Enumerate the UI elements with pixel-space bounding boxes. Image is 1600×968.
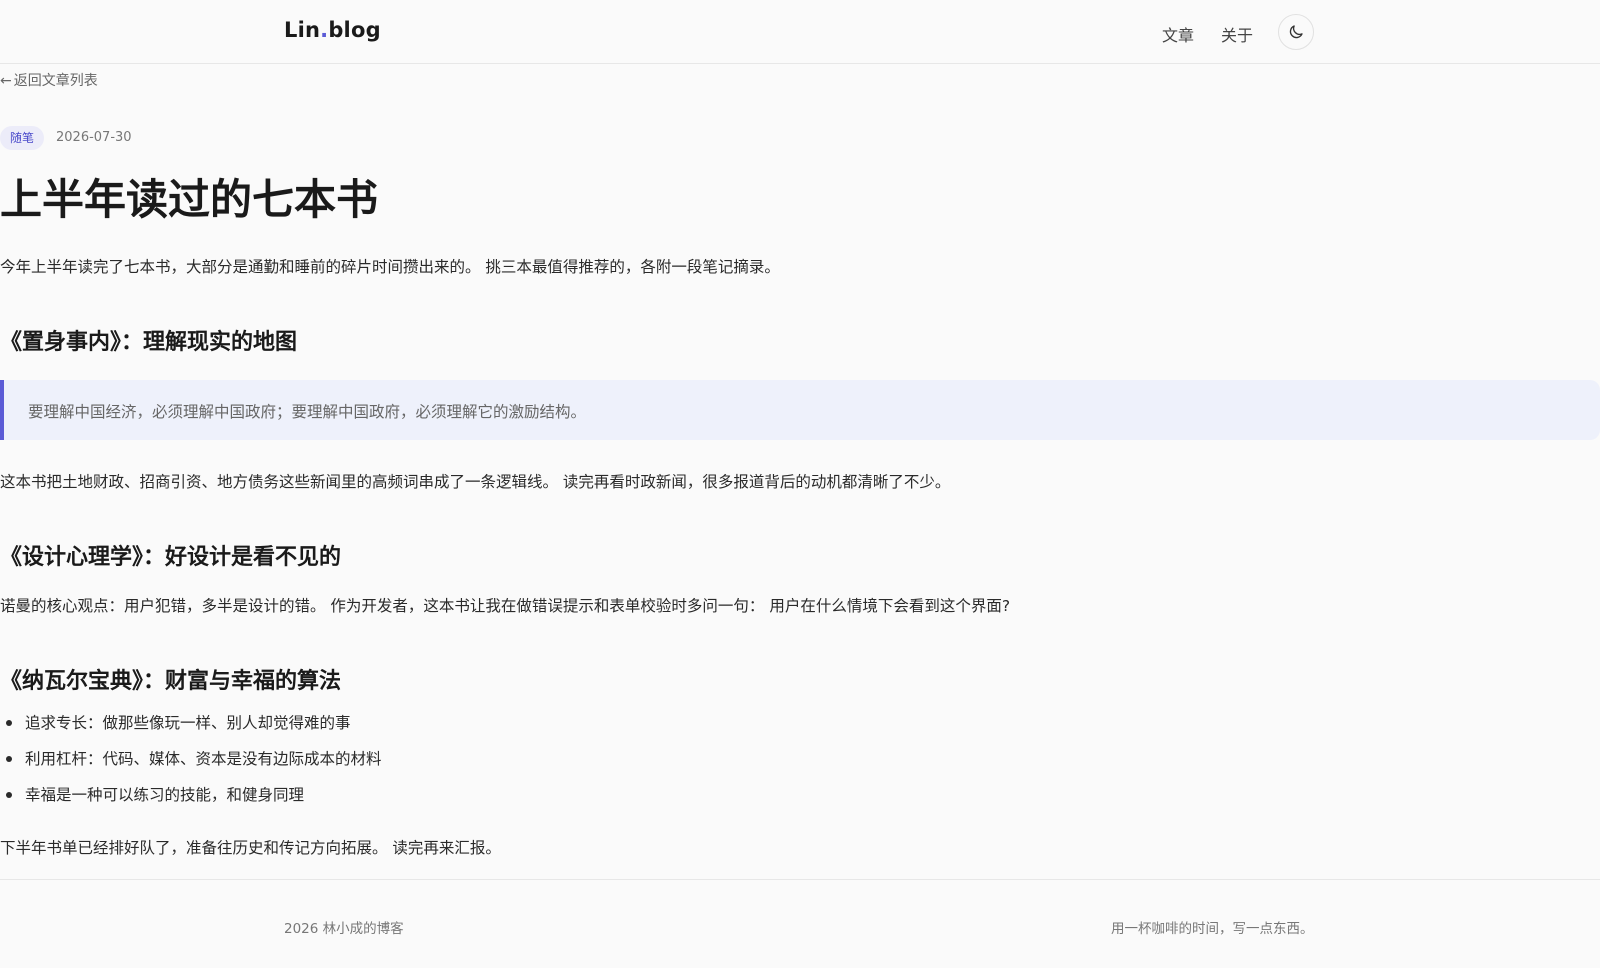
back-link-label: 返回文章列表 bbox=[13, 73, 98, 89]
post-title: 上半年读过的七本书 bbox=[0, 175, 379, 224]
site-header: Lin.blog 文章 关于 bbox=[0, 0, 1600, 64]
blockquote: 要理解中国经济，必须理解中国政府；要理解中国政府，必须理解它的激励结构。 bbox=[0, 380, 1600, 440]
quote-text: 要理解中国经济，必须理解中国政府；要理解中国政府，必须理解它的激励结构。 bbox=[28, 403, 587, 421]
intro-paragraph: 今年上半年读完了七本书，大部分是通勤和睡前的碎片时间攒出来的。 挑三本最值得推荐… bbox=[0, 258, 780, 276]
site-logo[interactable]: Lin.blog bbox=[284, 18, 381, 42]
footer-tagline: 用一杯咖啡的时间，写一点东西。 bbox=[1111, 921, 1314, 937]
brand-prefix: Lin bbox=[284, 18, 321, 42]
brand-suffix: blog bbox=[328, 18, 381, 42]
moon-icon bbox=[1289, 25, 1303, 39]
list-item: 幸福是一种可以练习的技能，和健身同理 bbox=[0, 784, 382, 820]
section2-paragraph: 诺曼的核心观点：用户犯错，多半是设计的错。 作为开发者，这本书让我在做错误提示和… bbox=[0, 597, 1011, 615]
section-heading-1: 《置身事内》：理解现实的地图 bbox=[0, 330, 298, 355]
list-item: 利用杠杆：代码、媒体、资本是没有边际成本的材料 bbox=[0, 748, 382, 784]
post-date: 2026-07-30 bbox=[56, 130, 132, 145]
outro-paragraph: 下半年书单已经排好队了，准备往历史和传记方向拓展。 读完再来汇报。 bbox=[0, 839, 501, 857]
back-to-list-link[interactable]: ← 返回文章列表 bbox=[0, 70, 98, 90]
section1-paragraph: 这本书把土地财政、招商引资、地方债务这些新闻里的高频词串成了一条逻辑线。 读完再… bbox=[0, 473, 951, 491]
nav-articles-link[interactable]: 文章 bbox=[1162, 22, 1194, 46]
category-tag[interactable]: 随笔 bbox=[0, 126, 45, 150]
footer-copyright: 2026 林小成的博客 bbox=[284, 921, 404, 937]
theme-toggle-button[interactable] bbox=[1278, 14, 1314, 50]
arrow-left-icon: ← bbox=[0, 73, 12, 89]
list-item: 追求专长：做那些像玩一样、别人却觉得难的事 bbox=[0, 712, 382, 748]
section-heading-3: 《纳瓦尔宝典》：财富与幸福的算法 bbox=[0, 669, 342, 694]
site-footer: 2026 林小成的博客 用一杯咖啡的时间，写一点东西。 bbox=[0, 879, 1600, 968]
nav-about-link[interactable]: 关于 bbox=[1221, 22, 1253, 46]
bullet-list: 追求专长：做那些像玩一样、别人却觉得难的事 利用杠杆：代码、媒体、资本是没有边际… bbox=[0, 712, 382, 820]
section-heading-2: 《设计心理学》：好设计是看不见的 bbox=[0, 545, 342, 570]
